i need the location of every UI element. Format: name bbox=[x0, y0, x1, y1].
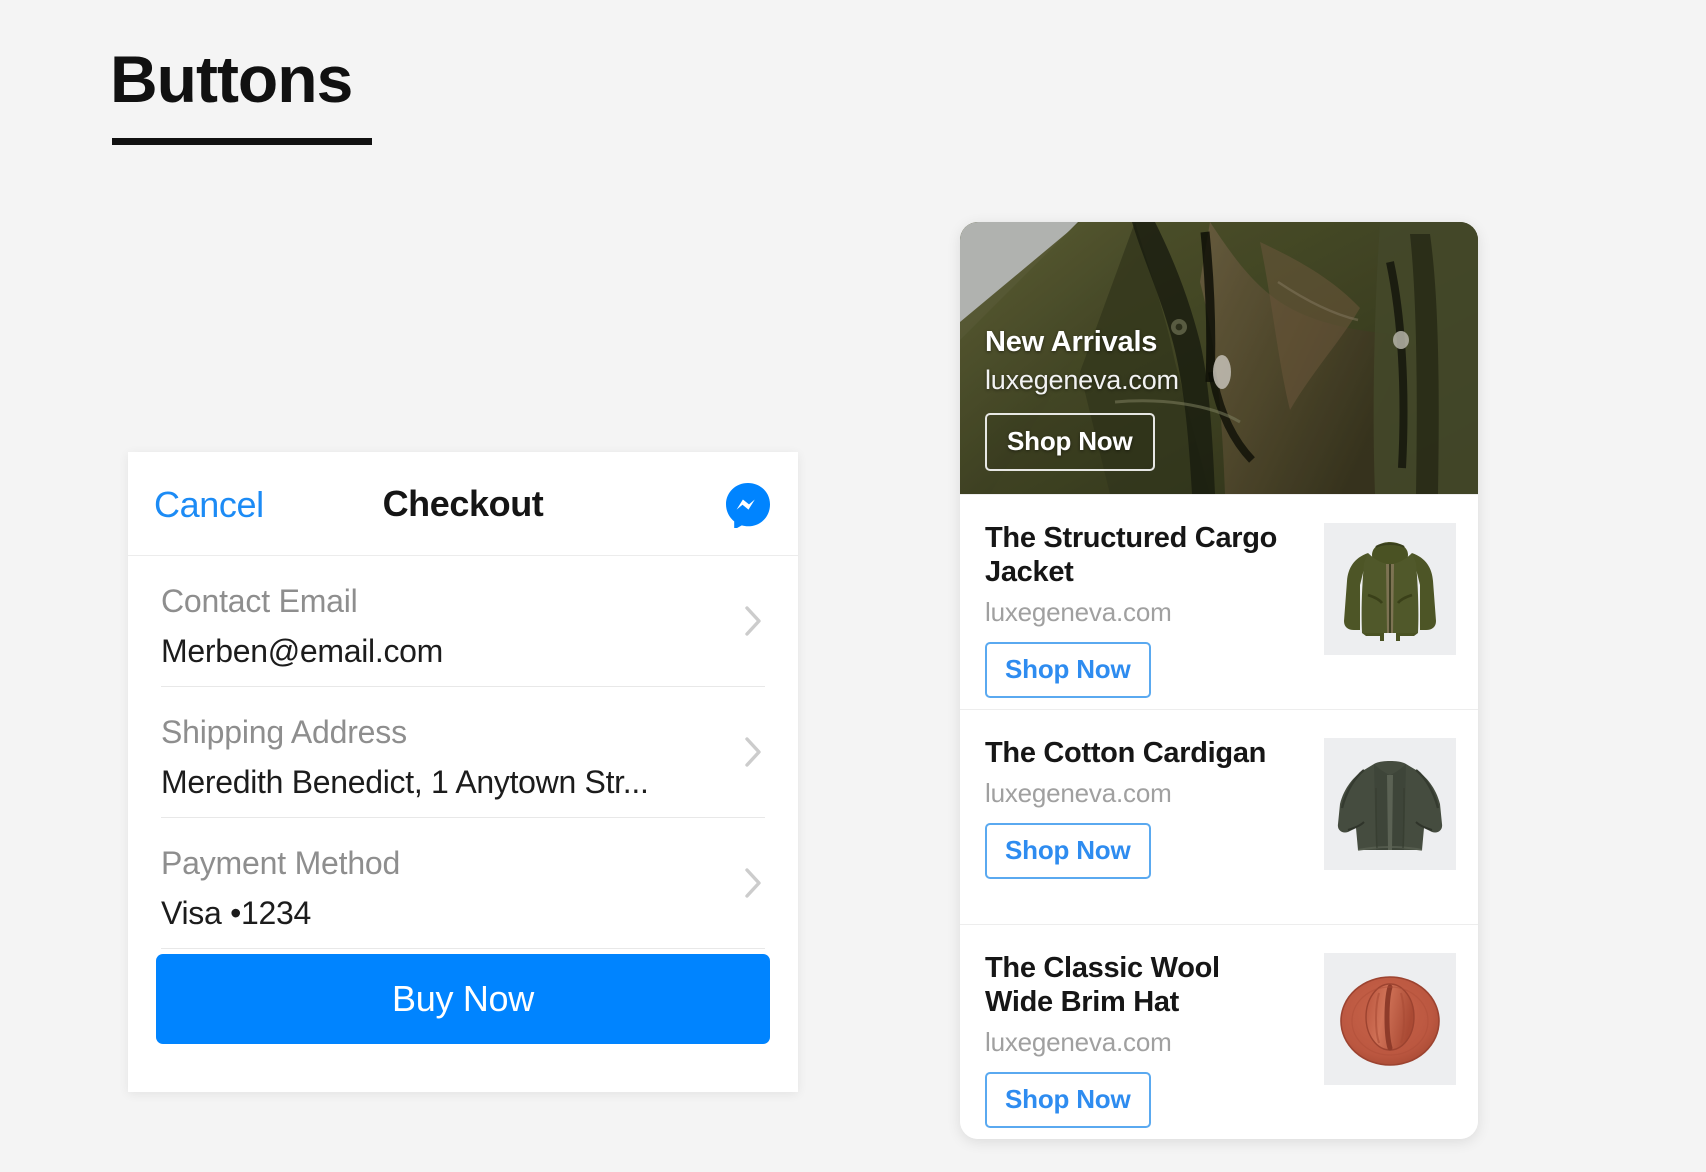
product-shop-now-button[interactable]: Shop Now bbox=[985, 642, 1151, 699]
product-domain: luxegeneva.com bbox=[985, 778, 1172, 809]
chevron-right-icon[interactable] bbox=[745, 605, 762, 637]
product-carousel-card: New Arrivals luxegeneva.com Shop Now The… bbox=[960, 222, 1478, 1139]
product-info: The Cotton Cardigan luxegeneva.com Shop … bbox=[985, 736, 1285, 880]
row-label: Shipping Address bbox=[161, 714, 407, 750]
checkout-row-shipping-address[interactable]: Shipping Address Meredith Benedict, 1 An… bbox=[161, 687, 765, 818]
product-name: The Classic Wool Wide Brim Hat bbox=[985, 952, 1220, 1019]
product-row[interactable]: The Cotton Cardigan luxegeneva.com Shop … bbox=[960, 709, 1478, 924]
hero-subtitle: luxegeneva.com bbox=[985, 365, 1179, 395]
product-thumbnail-wool-hat bbox=[1324, 953, 1456, 1085]
hero-title: New Arrivals bbox=[985, 326, 1158, 358]
row-value: Visa •1234 bbox=[161, 895, 311, 931]
product-info: The Classic Wool Wide Brim Hat luxegenev… bbox=[985, 951, 1285, 1129]
product-row[interactable]: The Structured Cargo Jacket luxegeneva.c… bbox=[960, 494, 1478, 709]
product-row[interactable]: The Classic Wool Wide Brim Hat luxegenev… bbox=[960, 924, 1478, 1139]
product-shop-now-button[interactable]: Shop Now bbox=[985, 823, 1151, 880]
product-thumbnail-cargo-jacket bbox=[1324, 523, 1456, 655]
product-domain: luxegeneva.com bbox=[985, 597, 1172, 628]
page-title-underline bbox=[112, 138, 372, 145]
checkout-row-contact-email[interactable]: Contact Email Merben@email.com bbox=[161, 556, 765, 687]
product-info: The Structured Cargo Jacket luxegeneva.c… bbox=[985, 521, 1285, 699]
row-value: Meredith Benedict, 1 Anytown Str... bbox=[161, 764, 649, 800]
checkout-title: Checkout bbox=[382, 483, 544, 524]
buy-now-container: Buy Now bbox=[128, 940, 798, 1092]
chevron-right-icon[interactable] bbox=[745, 867, 762, 899]
product-name: The Cotton Cardigan bbox=[985, 737, 1267, 769]
hero-shop-now-button[interactable]: Shop Now bbox=[985, 413, 1155, 471]
hero-overlay: New Arrivals luxegeneva.com Shop Now bbox=[985, 326, 1179, 471]
page-title: Buttons bbox=[110, 42, 353, 116]
product-shop-now-button[interactable]: Shop Now bbox=[985, 1072, 1151, 1129]
product-thumbnail-cotton-cardigan bbox=[1324, 738, 1456, 870]
checkout-card: Cancel Checkout Contact Email Merben@ema… bbox=[128, 452, 798, 1092]
hero-banner[interactable]: New Arrivals luxegeneva.com Shop Now bbox=[960, 222, 1478, 494]
checkout-row-payment-method[interactable]: Payment Method Visa •1234 bbox=[161, 818, 765, 949]
buy-now-button[interactable]: Buy Now bbox=[156, 954, 770, 1044]
product-domain: luxegeneva.com bbox=[985, 1027, 1172, 1058]
chevron-right-icon[interactable] bbox=[745, 736, 762, 768]
product-name: The Structured Cargo Jacket bbox=[985, 522, 1278, 589]
row-label: Contact Email bbox=[161, 583, 358, 619]
checkout-header: Cancel Checkout bbox=[128, 452, 798, 556]
row-label: Payment Method bbox=[161, 845, 401, 881]
messenger-icon[interactable] bbox=[725, 482, 771, 530]
row-value: Merben@email.com bbox=[161, 633, 443, 669]
